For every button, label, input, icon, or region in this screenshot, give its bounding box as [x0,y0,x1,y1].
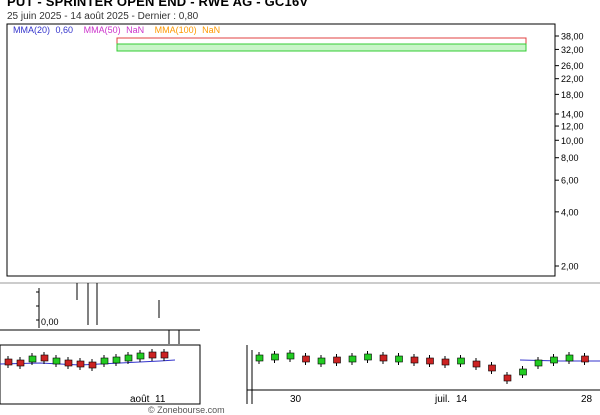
candle [255,354,264,362]
x-label-juil: juil. [434,394,450,405]
chart-subtitle: 25 juin 2025 - 14 août 2025 - Dernier : … [7,11,199,22]
x-label-14: 14 [456,394,468,405]
candle [16,359,25,367]
candle [379,354,388,362]
overlay-axis: 0,00 [36,288,59,328]
price-chart: 38,00 32,00 26,00 22,00 18,00 14,00 12,00 10,00… [0,23,600,405]
candle [286,352,295,360]
watermark: © Zonebourse.com [148,405,225,415]
overlay-vertical-ticks [76,283,180,344]
mini-chart-left-frame [0,344,201,405]
candle [472,360,481,368]
candle [550,356,558,364]
candle [534,359,543,367]
candle [441,358,450,366]
candle [271,353,279,361]
candle [333,356,341,364]
candles-right [255,350,589,384]
y-tick-label: 22,00 [561,74,584,84]
candles-left [4,349,169,371]
candle [317,357,326,365]
candle [76,360,85,368]
plot-frame [6,23,556,277]
y-tick-label: 32,00 [561,45,584,55]
mma100-label: MMA(100) [154,25,197,35]
x-label-30: 30 [290,394,302,405]
candle [426,357,434,365]
candle [488,364,496,372]
y-tick-label: 38,00 [561,32,584,42]
candle [124,354,133,362]
y-tick-label: 2,00 [561,262,579,272]
zone-red [116,37,527,45]
candle [302,355,310,363]
candle [457,357,465,365]
mma50-label: MMA(50) [83,25,121,35]
candle [148,351,157,359]
candle [100,357,109,365]
x-label-11: 11 [155,394,166,405]
candle [40,354,49,362]
y-axis: 38,00 32,00 26,00 22,00 18,00 14,00 12,00 10,00… [555,32,584,272]
y-tick-label: 14,00 [561,109,584,119]
mma20-line-left [0,359,176,366]
candle [395,355,403,363]
x-label-28: 28 [581,394,593,405]
candle [348,355,357,363]
candle [88,361,97,369]
y-tick-label: 12,00 [561,122,584,132]
candle [136,352,145,360]
mma-legend: MMA(20) 0,60 MMA(50) NaN MMA(100) NaN [13,25,223,35]
candle [4,358,13,366]
candle [160,351,169,359]
candle [364,353,372,361]
overlay-axis-label: 0,00 [41,317,59,327]
candle [64,359,73,367]
candle [28,355,37,363]
candle [410,356,419,364]
candle [519,368,527,376]
y-tick-label: 18,00 [561,90,584,100]
y-tick-label: 4,00 [561,207,579,217]
candle [581,355,589,363]
mma20-label: MMA(20) [13,25,51,35]
y-tick-label: 26,00 [561,61,584,71]
y-tick-label: 8,00 [561,153,579,163]
mma100-value: NaN [202,25,221,35]
x-label-aout: août [130,394,150,405]
candle [112,356,121,364]
mma50-value: NaN [126,25,145,35]
y-tick-label: 6,00 [561,176,579,186]
zone-green [116,43,527,52]
candle [52,357,61,365]
chart-title: PUT - SPRINTER OPEN END - RWE AG - GC16V [7,0,309,9]
y-tick-label: 10,00 [561,136,584,146]
candle [565,354,574,362]
candle [503,374,512,382]
mma20-value: 0,60 [55,25,74,35]
